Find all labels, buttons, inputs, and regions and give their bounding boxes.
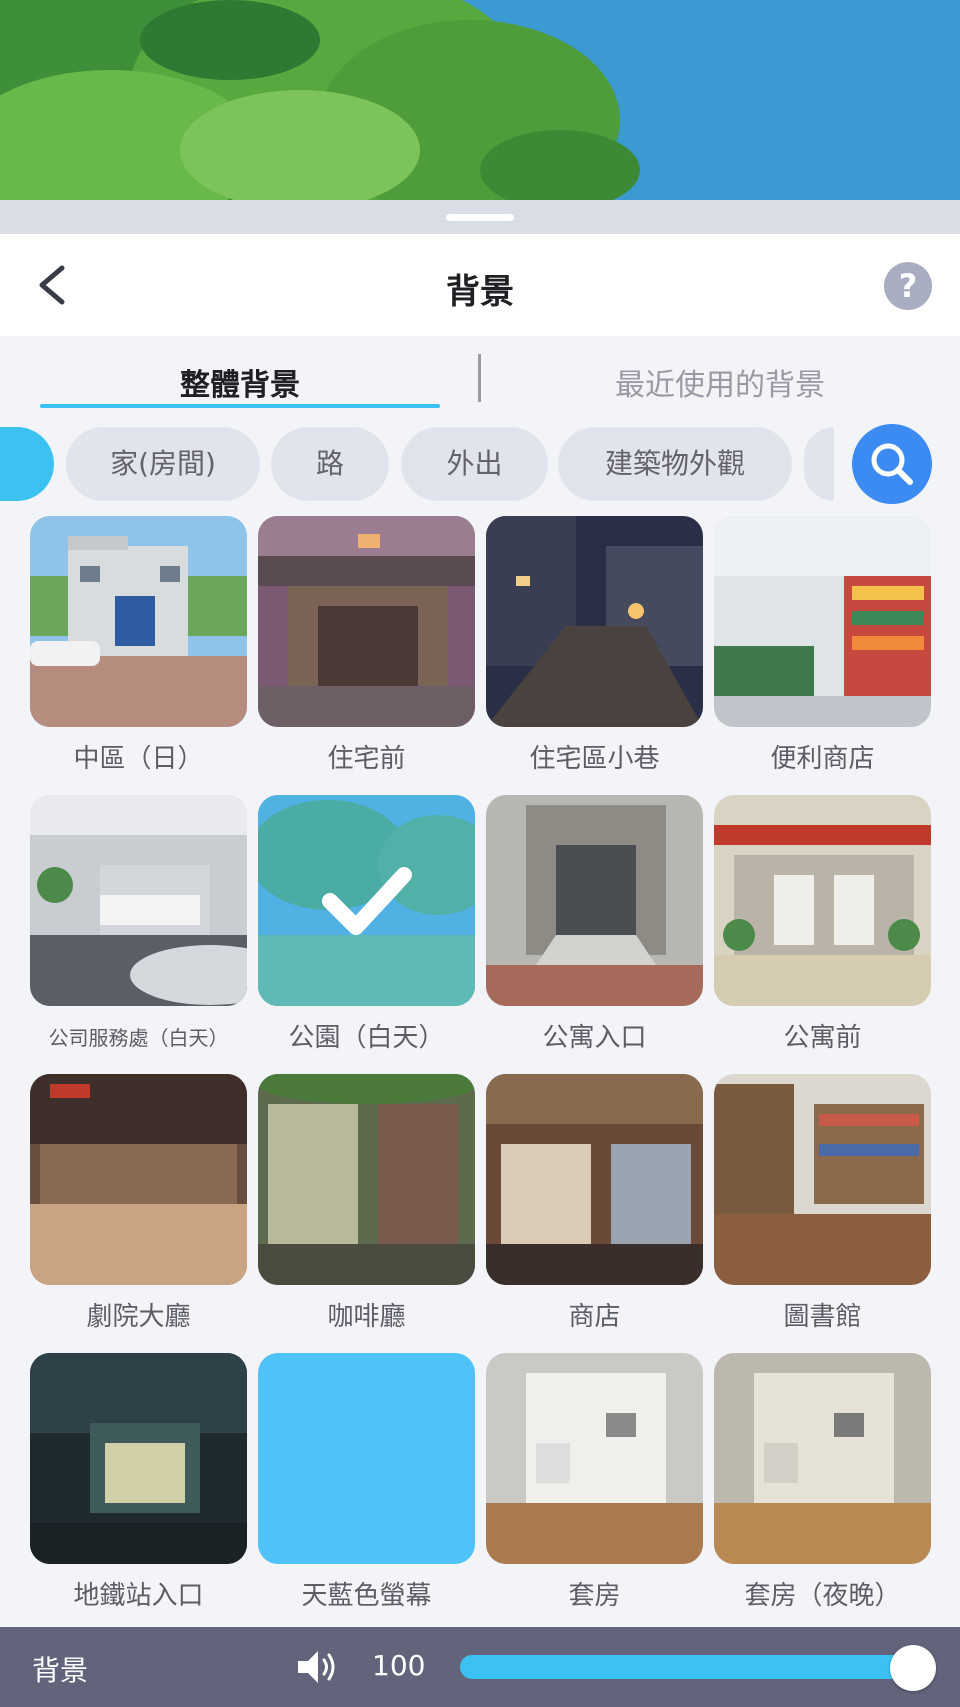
background-label: 公司服務處（白天）: [48, 1026, 229, 1050]
speaker-icon: [298, 1651, 335, 1683]
tab-divider: [478, 354, 481, 402]
background-label: 咖啡廳: [327, 1302, 406, 1332]
convenience-store-thumbnail[interactable]: [714, 516, 931, 727]
active-tab-indicator: [40, 404, 440, 408]
background-label: 住宅區小巷: [529, 744, 660, 774]
preview-tree-image: [0, 0, 960, 200]
checkmark-icon: [322, 867, 412, 935]
help-button[interactable]: ?: [884, 262, 932, 310]
background-label: 圖書館: [783, 1302, 862, 1332]
sky-blue-screen-thumbnail[interactable]: [258, 1353, 475, 1564]
cafe-thumbnail[interactable]: [258, 1074, 475, 1285]
background-item[interactable]: 公園（白天）: [258, 795, 475, 1053]
question-icon: ?: [898, 267, 918, 305]
background-item[interactable]: 公司服務處（白天）: [30, 795, 247, 1050]
background-label: 公寓前: [783, 1023, 862, 1053]
background-item[interactable]: 中區（日）: [30, 516, 247, 774]
bgm-label: 背景: [32, 1654, 89, 1687]
background-item[interactable]: 商店: [486, 1074, 703, 1332]
category-chip-row: 家(房間) 路 外出 建築物外觀: [0, 424, 960, 506]
park-thumbnail[interactable]: [258, 795, 475, 1006]
background-label: 套房（夜晚）: [744, 1581, 901, 1611]
category-chip-road[interactable]: 路: [271, 427, 389, 501]
volume-slider-handle[interactable]: [890, 1645, 936, 1691]
background-label: 商店: [568, 1302, 621, 1332]
background-item[interactable]: 咖啡廳: [258, 1074, 475, 1332]
studio-room-night-thumbnail[interactable]: [714, 1353, 931, 1564]
selected-overlay: [258, 795, 475, 1006]
shop-thumbnail[interactable]: [486, 1074, 703, 1285]
apartment-front-thumbnail[interactable]: [714, 795, 931, 1006]
category-chip-home-room[interactable]: 家(房間): [66, 427, 260, 501]
drag-handle-bar[interactable]: [0, 200, 960, 234]
tab-bar: 整體背景 最近使用的背景: [0, 336, 960, 416]
header: 背景 ?: [0, 234, 960, 336]
speaker-button[interactable]: [296, 1647, 338, 1687]
background-item[interactable]: 地鐵站入口: [30, 1353, 247, 1611]
background-item[interactable]: 住宅區小巷: [486, 516, 703, 774]
police-station-thumbnail[interactable]: [30, 516, 247, 727]
background-item[interactable]: 天藍色螢幕: [258, 1353, 475, 1611]
background-item[interactable]: 套房（夜晚）: [714, 1353, 931, 1611]
background-label: 地鐵站入口: [73, 1581, 204, 1611]
category-chip-next-partial[interactable]: [804, 427, 834, 501]
tab-recent-backgrounds[interactable]: 最近使用的背景: [520, 360, 920, 404]
search-button[interactable]: [852, 424, 932, 504]
background-item[interactable]: 劇院大廳: [30, 1074, 247, 1332]
category-chip-building-exterior[interactable]: 建築物外觀: [558, 427, 792, 501]
background-item[interactable]: 圖書館: [714, 1074, 931, 1332]
tab-all-backgrounds[interactable]: 整體背景: [40, 360, 440, 404]
night-alley-thumbnail[interactable]: [486, 516, 703, 727]
subway-entrance-thumbnail[interactable]: [30, 1353, 247, 1564]
background-preview: [0, 0, 960, 200]
background-item[interactable]: 便利商店: [714, 516, 931, 774]
page-title: 背景: [446, 272, 514, 312]
background-item[interactable]: 公寓入口: [486, 795, 703, 1053]
background-label: 公園（白天）: [288, 1023, 445, 1053]
volume-value: 100: [372, 1649, 426, 1682]
house-front-thumbnail[interactable]: [258, 516, 475, 727]
background-label: 住宅前: [327, 744, 406, 774]
library-thumbnail[interactable]: [714, 1074, 931, 1285]
search-icon: [871, 443, 913, 485]
studio-room-thumbnail[interactable]: [486, 1353, 703, 1564]
background-item[interactable]: 套房: [486, 1353, 703, 1611]
category-chip-selected-partial[interactable]: [0, 427, 54, 501]
drag-handle[interactable]: [446, 214, 514, 221]
background-item[interactable]: 公寓前: [714, 795, 931, 1053]
category-chip-outing[interactable]: 外出: [401, 427, 548, 501]
background-label: 天藍色螢幕: [301, 1581, 432, 1611]
background-item[interactable]: 住宅前: [258, 516, 475, 774]
office-lobby-thumbnail[interactable]: [30, 795, 247, 1006]
background-label: 套房: [568, 1581, 621, 1611]
bgm-volume-bar: 背景 100: [0, 1627, 960, 1707]
background-label: 中區（日）: [73, 744, 204, 774]
background-label: 公寓入口: [542, 1023, 647, 1053]
background-label: 便利商店: [770, 744, 875, 774]
background-label: 劇院大廳: [86, 1302, 191, 1332]
apartment-entrance-thumbnail[interactable]: [486, 795, 703, 1006]
theater-lobby-thumbnail[interactable]: [30, 1074, 247, 1285]
volume-slider-track[interactable]: [460, 1655, 910, 1679]
